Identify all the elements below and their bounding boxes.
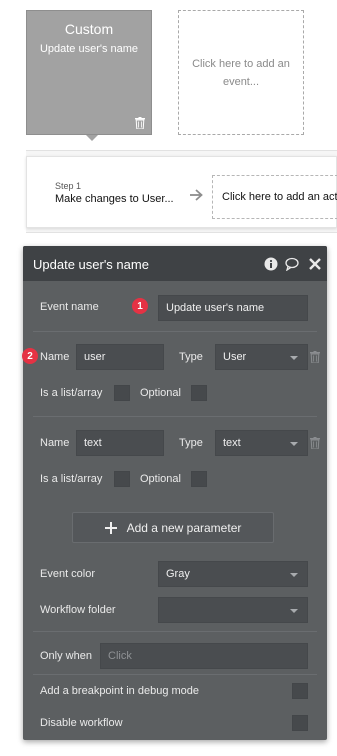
param-type-dropdown[interactable]: text [215,430,308,456]
workflow-folder-dropdown[interactable] [158,597,308,623]
event-name-label: Event name [40,301,99,313]
chevron-down-icon [290,356,298,360]
event-color-label: Event color [40,568,96,580]
plus-icon [104,521,117,534]
panel-title: Update user's name [33,257,149,272]
steps-container: Step 1 Make changes to User... Click her… [26,156,337,228]
optional-label: Optional [140,387,181,399]
arrow-right-icon [190,189,203,201]
divider [33,331,317,332]
breakpoint-label: Add a breakpoint in debug mode [40,685,200,697]
add-parameter-label: Add a new parameter [126,520,242,535]
param-name-field[interactable]: text [76,430,164,456]
comment-icon[interactable] [285,257,299,271]
is-list-label: Is a list/array [40,387,103,399]
is-list-checkbox[interactable] [114,471,130,487]
info-icon[interactable] [264,257,278,271]
step-title[interactable]: Make changes to User... [55,193,174,205]
event-name: Update user's name [39,43,139,55]
workflow-folder-label: Workflow folder [40,604,116,616]
param-name-value: user [84,351,106,363]
disable-workflow-checkbox[interactable] [292,715,308,731]
chevron-down-icon [290,609,298,613]
only-when-field[interactable]: Click [100,643,308,669]
chevron-down-icon [290,573,298,577]
add-event-button[interactable]: Click here to add an event... [178,10,304,135]
divider [33,674,317,675]
only-when-label: Only when [40,650,92,662]
trash-icon[interactable] [135,117,145,129]
close-icon[interactable] [308,257,322,271]
param-type-label: Type [179,437,203,449]
param-name-value: text [84,437,102,449]
annotation-badge-2: 2 [22,348,38,364]
step-number: Step 1 [55,181,82,191]
trash-icon[interactable] [310,351,320,363]
custom-event-card[interactable]: Custom Update user's name [26,10,152,135]
add-event-label: Click here to add an event... [192,57,290,88]
param-name-field[interactable]: user [76,344,164,370]
add-action-label: Click here to add an action... [222,191,337,203]
panel-header: Update user's name [23,246,327,281]
param-type-dropdown[interactable]: User [215,344,308,370]
event-color-dropdown[interactable]: Gray [158,561,308,587]
optional-checkbox[interactable] [191,471,207,487]
event-color-value: Gray [166,568,190,580]
param-type-value: text [223,437,241,449]
divider [33,416,317,417]
event-properties-panel: Update user's name Event name Update use… [23,246,327,740]
event-type: Custom [64,21,114,37]
trash-icon[interactable] [310,437,320,449]
param-type-value: User [223,351,247,363]
event-pointer [86,135,98,141]
event-name-value: Update user's name [166,302,265,314]
disable-workflow-label: Disable workflow [40,717,123,729]
param-name-label: Name [40,351,70,363]
param-name-label: Name [40,437,70,449]
chevron-down-icon [290,442,298,446]
is-list-checkbox[interactable] [114,385,130,401]
only-when-placeholder: Click [108,650,132,662]
event-name-field[interactable]: Update user's name [158,295,308,321]
param-type-label: Type [179,351,203,363]
annotation-badge-1: 1 [132,298,148,314]
optional-checkbox[interactable] [191,385,207,401]
breakpoint-checkbox[interactable] [292,683,308,699]
optional-label: Optional [140,473,181,485]
add-action-button[interactable]: Click here to add an action... [212,175,337,219]
add-parameter-button[interactable]: Add a new parameter [72,512,274,543]
workflow-steps-bar: Step 1 Make changes to User... Click her… [26,150,337,233]
divider [33,631,317,632]
is-list-label: Is a list/array [40,473,103,485]
